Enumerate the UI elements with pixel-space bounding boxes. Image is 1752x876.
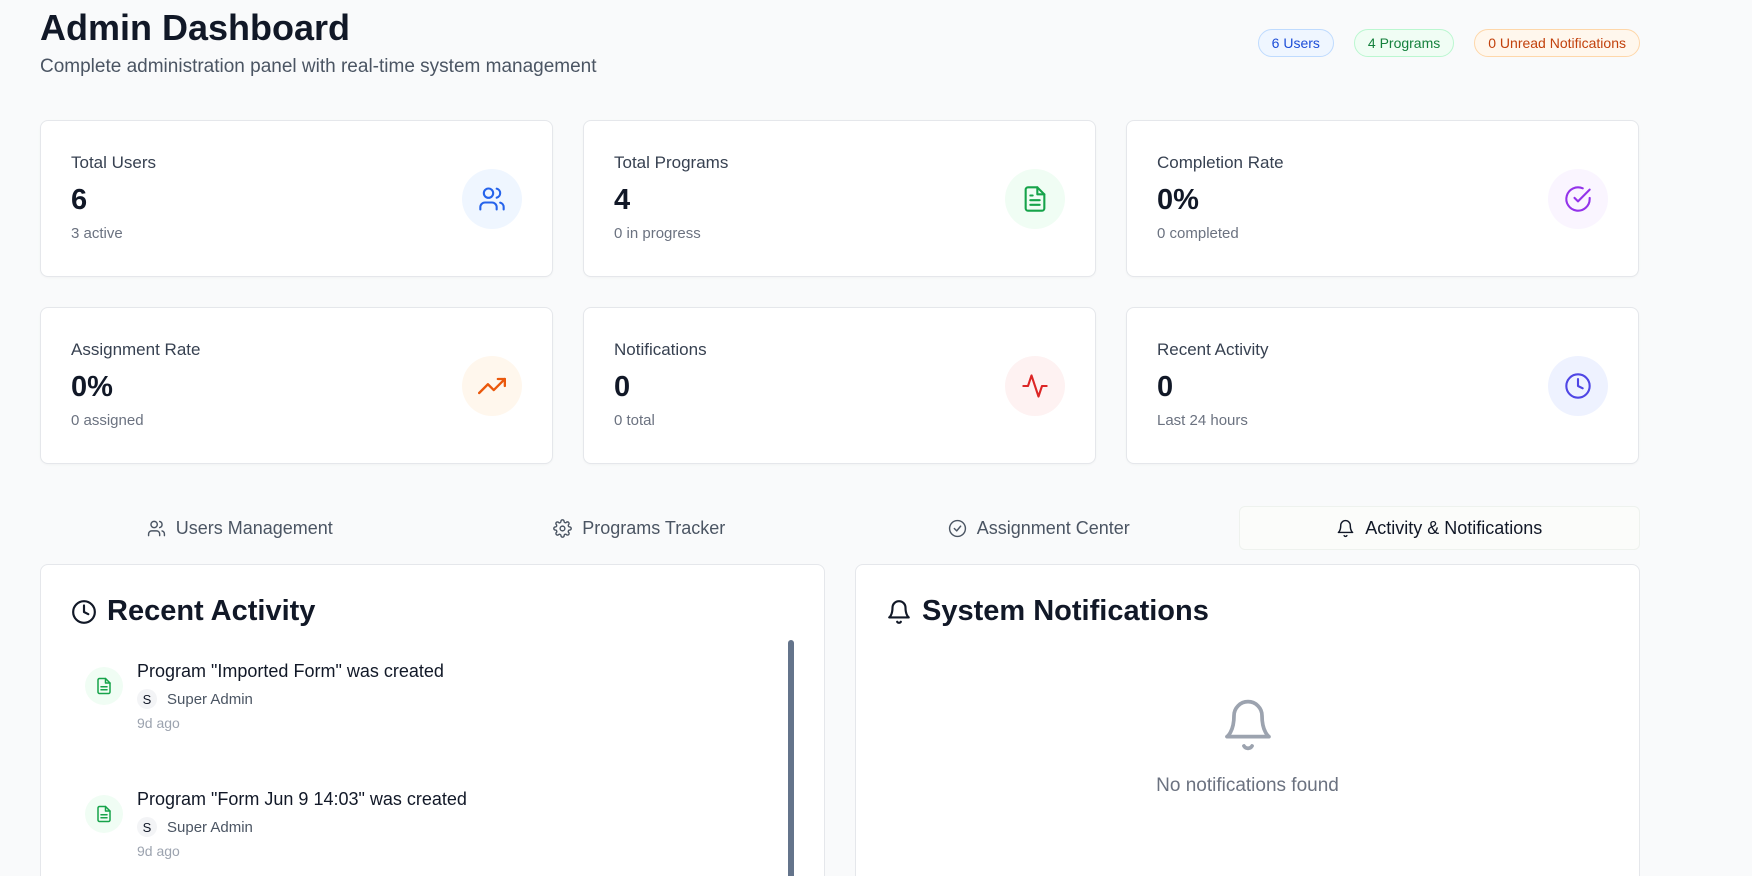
stat-subtext: 3 active: [71, 225, 123, 242]
avatar: S: [137, 689, 157, 709]
stat-card-recent-activity: Recent Activity 0 Last 24 hours: [1126, 307, 1639, 464]
tab-label: Activity & Notifications: [1365, 517, 1543, 538]
avatar: S: [137, 817, 157, 837]
user-name: Super Admin: [167, 818, 253, 836]
stat-value: 4: [614, 184, 631, 216]
empty-state-text: No notifications found: [1156, 775, 1339, 796]
activity-user: S Super Admin: [137, 817, 253, 837]
summary-badges: 6 Users 4 Programs 0 Unread Notification…: [1257, 29, 1640, 57]
clock-icon: [1548, 356, 1608, 416]
stat-value: 6: [71, 184, 88, 216]
stat-value: 0%: [1157, 184, 1199, 216]
programs-count-badge: 4 Programs: [1353, 29, 1455, 57]
stat-label: Recent Activity: [1157, 340, 1269, 359]
file-text-icon: [85, 795, 123, 833]
activity-time: 9d ago: [137, 843, 180, 859]
file-text-icon: [1005, 169, 1065, 229]
page-title: Admin Dashboard: [40, 7, 351, 48]
panel-title: System Notifications: [886, 595, 1209, 628]
tab-activity-notifications[interactable]: Activity & Notifications: [1238, 506, 1640, 550]
list-item: Program "Imported Form" was created S Su…: [85, 657, 765, 785]
stat-label: Assignment Rate: [71, 340, 201, 359]
stat-subtext: Last 24 hours: [1157, 412, 1248, 429]
recent-activity-panel: Recent Activity Program "Imported Form" …: [40, 564, 825, 876]
check-circle-icon: [948, 519, 966, 537]
activity-time: 9d ago: [137, 715, 180, 731]
stat-card-assignment-rate: Assignment Rate 0% 0 assigned: [40, 307, 553, 464]
stat-value: 0%: [71, 371, 113, 403]
user-name: Super Admin: [167, 690, 253, 708]
activity-title: Program "Imported Form" was created: [137, 661, 444, 681]
users-icon: [147, 520, 165, 536]
tab-label: Assignment Center: [976, 517, 1130, 538]
activity-icon: [1005, 356, 1065, 416]
activity-scrollbar[interactable]: [788, 640, 794, 876]
system-notifications-panel: System Notifications No notifications fo…: [855, 564, 1640, 876]
stat-subtext: 0 total: [614, 412, 655, 429]
dashboard-tabs: Users Management Programs Tracker Assign…: [40, 506, 1640, 550]
activity-list: Program "Imported Form" was created S Su…: [85, 657, 765, 876]
tab-label: Programs Tracker: [582, 517, 726, 538]
stat-card-completion-rate: Completion Rate 0% 0 completed: [1126, 120, 1639, 277]
tab-programs-tracker[interactable]: Programs Tracker: [440, 506, 840, 550]
list-item: Program "Form Jun 9 14:03" was created S…: [85, 785, 765, 876]
stat-value: 0: [1157, 371, 1174, 403]
stat-label: Notifications: [614, 340, 707, 359]
unread-notifications-badge: 0 Unread Notifications: [1474, 29, 1640, 57]
activity-title: Program "Form Jun 9 14:03" was created: [137, 789, 467, 809]
stat-label: Completion Rate: [1157, 153, 1284, 172]
tab-assignment-center[interactable]: Assignment Center: [839, 506, 1239, 550]
panel-title-text: System Notifications: [922, 595, 1209, 627]
users-count-badge: 6 Users: [1257, 29, 1334, 57]
users-icon: [462, 169, 522, 229]
tab-label: Users Management: [175, 517, 333, 538]
tab-users-management[interactable]: Users Management: [40, 506, 440, 550]
empty-state: No notifications found: [856, 695, 1639, 797]
page-subtitle: Complete administration panel with real-…: [40, 56, 597, 77]
stat-label: Total Users: [71, 153, 157, 172]
panel-title-text: Recent Activity: [107, 595, 316, 627]
stat-subtext: 0 completed: [1157, 225, 1239, 242]
stat-card-total-programs: Total Programs 4 0 in progress: [583, 120, 1096, 277]
bell-icon: [1337, 519, 1354, 537]
stat-label: Total Programs: [614, 153, 729, 172]
clock-icon: [72, 599, 96, 624]
file-text-icon: [85, 667, 123, 705]
stat-subtext: 0 in progress: [614, 225, 701, 242]
check-circle-icon: [1548, 169, 1608, 229]
stat-card-notifications: Notifications 0 0 total: [583, 307, 1096, 464]
stat-value: 0: [614, 371, 631, 403]
gear-icon: [553, 518, 573, 538]
stats-grid: Total Users 6 3 active Total Programs 4 …: [40, 120, 1639, 464]
activity-user: S Super Admin: [137, 689, 253, 709]
bell-icon: [888, 599, 910, 624]
trending-up-icon: [462, 356, 522, 416]
page-header: Admin Dashboard Complete administration …: [40, 6, 597, 78]
bell-icon: [1224, 699, 1271, 751]
stat-subtext: 0 assigned: [71, 412, 144, 429]
stat-card-total-users: Total Users 6 3 active: [40, 120, 553, 277]
panel-title: Recent Activity: [71, 595, 315, 628]
